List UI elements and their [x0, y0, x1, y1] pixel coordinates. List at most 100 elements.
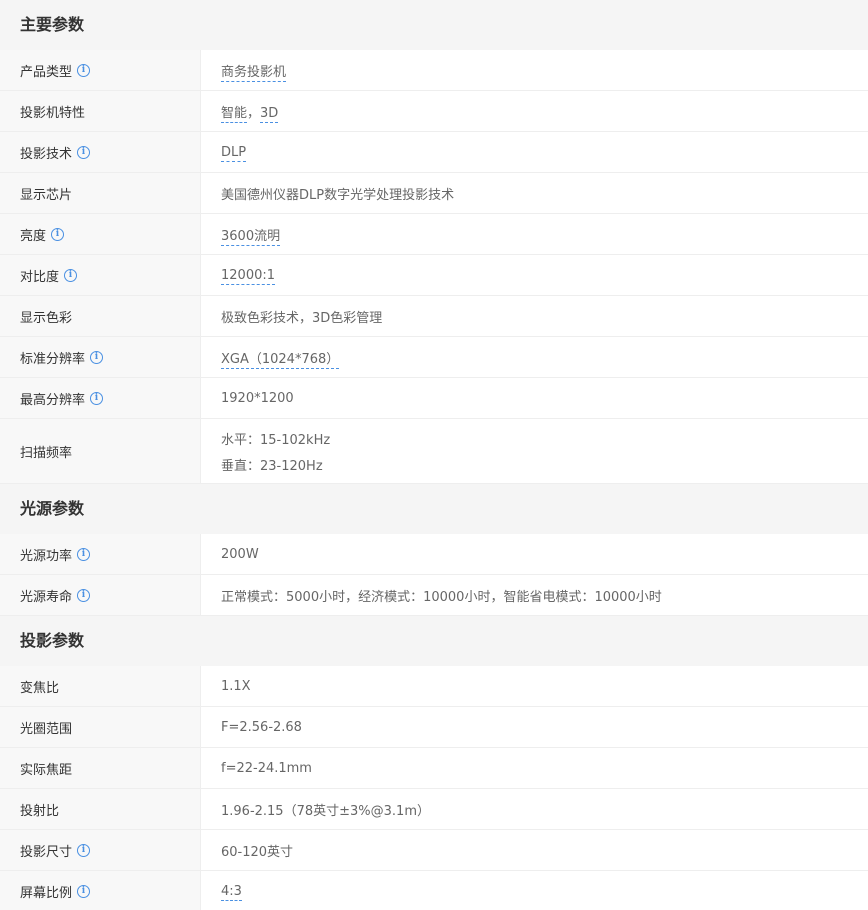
- row-label-cell: 最高分辨率 i: [0, 378, 201, 418]
- row-value-cell: 美国德州仪器DLP数字光学处理投影技术: [201, 173, 868, 213]
- row-label-cell: 实际焦距: [0, 748, 201, 788]
- spec-row-aspect-ratio: 屏幕比例 i 4:3: [0, 871, 868, 910]
- spec-row-focal-length: 实际焦距 f=22-24.1mm: [0, 748, 868, 789]
- value-text: 1920*1200: [221, 390, 294, 406]
- spec-row-projection-size: 投影尺寸 i 60-120英寸: [0, 830, 868, 871]
- row-value-cell: DLP: [201, 132, 868, 172]
- value-text: 正常模式：5000小时，经济模式：10000小时，智能省电模式：10000小时: [221, 589, 662, 605]
- value-link[interactable]: 4:3: [221, 884, 242, 901]
- value-link-3d[interactable]: 3D: [260, 105, 279, 123]
- value-text: 极致色彩技术，3D色彩管理: [221, 310, 383, 326]
- row-label-cell: 显示色彩: [0, 296, 201, 336]
- row-label: 显示芯片: [20, 187, 73, 203]
- row-value-cell: 3600流明: [201, 214, 868, 254]
- spec-row-display-color: 显示色彩 极致色彩技术，3D色彩管理: [0, 296, 868, 337]
- value-link[interactable]: 商务投影机: [221, 64, 287, 82]
- info-icon[interactable]: i: [51, 227, 65, 241]
- row-label: 投射比: [20, 803, 60, 819]
- value-text: 60-120英寸: [221, 844, 294, 860]
- spec-row-contrast: 对比度 i 12000:1: [0, 255, 868, 296]
- spec-row-max-resolution: 最高分辨率 i 1920*1200: [0, 378, 868, 419]
- row-label: 扫描频率: [20, 445, 73, 461]
- row-label-cell: 投射比: [0, 789, 201, 829]
- row-label-cell: 光圈范围: [0, 707, 201, 747]
- info-icon[interactable]: i: [77, 885, 91, 898]
- value-text: 1.1X: [221, 678, 251, 694]
- row-label: 对比度: [20, 269, 60, 285]
- row-label: 显示色彩: [20, 310, 73, 326]
- spec-row-lamp-life: 光源寿命 i 正常模式：5000小时，经济模式：10000小时，智能省电模式：1…: [0, 575, 868, 616]
- row-label: 投影尺寸: [20, 844, 73, 860]
- row-value-cell: f=22-24.1mm: [201, 748, 868, 788]
- value-link[interactable]: DLP: [221, 144, 247, 162]
- info-icon[interactable]: i: [90, 350, 104, 364]
- value-text-horizontal: 水平：15-102kHz: [221, 432, 331, 448]
- row-label: 最高分辨率: [20, 392, 86, 408]
- spec-row-projection-tech: 投影技术 i DLP: [0, 132, 868, 173]
- value-text: 1.96-2.15（78英寸±3%@3.1m）: [221, 803, 430, 819]
- row-label: 亮度: [20, 228, 47, 244]
- info-icon[interactable]: i: [77, 547, 91, 561]
- row-value-cell: 商务投影机: [201, 50, 868, 90]
- row-label-cell: 亮度 i: [0, 214, 201, 254]
- value-link[interactable]: 3600流明: [221, 228, 281, 246]
- info-icon[interactable]: i: [77, 145, 91, 159]
- value-link-smart[interactable]: 智能: [221, 105, 248, 123]
- row-value-cell: 1920*1200: [201, 378, 868, 418]
- row-label-cell: 对比度 i: [0, 255, 201, 295]
- row-label-cell: 变焦比: [0, 666, 201, 706]
- spec-row-brightness: 亮度 i 3600流明: [0, 214, 868, 255]
- value-text: F=2.56-2.68: [221, 719, 302, 735]
- row-label: 屏幕比例: [20, 886, 73, 901]
- row-label-cell: 光源功率 i: [0, 534, 201, 574]
- info-icon[interactable]: i: [77, 843, 91, 857]
- info-icon[interactable]: i: [90, 391, 104, 405]
- section-title-main: 主要参数: [0, 0, 868, 50]
- row-label-cell: 投影机特性: [0, 91, 201, 131]
- row-label: 光圈范围: [20, 721, 73, 737]
- value-link[interactable]: 12000:1: [221, 267, 276, 285]
- row-label: 投影技术: [20, 146, 73, 162]
- row-value-cell: 正常模式：5000小时，经济模式：10000小时，智能省电模式：10000小时: [201, 575, 868, 615]
- row-label-cell: 产品类型 i: [0, 50, 201, 90]
- row-label: 变焦比: [20, 680, 60, 696]
- row-value-cell: XGA（1024*768）: [201, 337, 868, 377]
- row-value-cell: 水平：15-102kHz 垂直：23-120Hz: [201, 419, 868, 483]
- value-text-vertical: 垂直：23-120Hz: [221, 458, 323, 474]
- value-link[interactable]: XGA（1024*768）: [221, 351, 340, 369]
- row-label: 实际焦距: [20, 762, 73, 778]
- row-label-cell: 投影尺寸 i: [0, 830, 201, 870]
- info-icon[interactable]: i: [77, 63, 91, 77]
- spec-row-lamp-power: 光源功率 i 200W: [0, 534, 868, 575]
- row-value-cell: 智能，3D: [201, 91, 868, 131]
- value-text: 美国德州仪器DLP数字光学处理投影技术: [221, 187, 455, 203]
- value-separator: ，: [247, 105, 261, 121]
- row-value-cell: 12000:1: [201, 255, 868, 295]
- spec-row-aperture: 光圈范围 F=2.56-2.68: [0, 707, 868, 748]
- row-value-cell: 200W: [201, 534, 868, 574]
- spec-table: 主要参数 产品类型 i 商务投影机 投影机特性 智能，3D 投影技术 i DLP: [0, 0, 868, 910]
- row-label: 投影机特性: [20, 105, 86, 121]
- row-label-cell: 屏幕比例 i: [0, 871, 201, 910]
- row-value-cell: 极致色彩技术，3D色彩管理: [201, 296, 868, 336]
- spec-row-throw-ratio: 投射比 1.96-2.15（78英寸±3%@3.1m）: [0, 789, 868, 830]
- spec-row-product-type: 产品类型 i 商务投影机: [0, 50, 868, 91]
- row-label: 产品类型: [20, 64, 73, 80]
- spec-row-native-resolution: 标准分辨率 i XGA（1024*768）: [0, 337, 868, 378]
- spec-row-scan-frequency: 扫描频率 水平：15-102kHz 垂直：23-120Hz: [0, 419, 868, 484]
- row-label-cell: 扫描频率: [0, 419, 201, 483]
- row-label-cell: 光源寿命 i: [0, 575, 201, 615]
- row-value-cell: F=2.56-2.68: [201, 707, 868, 747]
- info-icon[interactable]: i: [77, 588, 91, 602]
- row-label-cell: 标准分辨率 i: [0, 337, 201, 377]
- section-title-light-source: 光源参数: [0, 484, 868, 534]
- value-text: f=22-24.1mm: [221, 760, 312, 776]
- row-label: 标准分辨率: [20, 351, 86, 367]
- row-value-cell: 1.96-2.15（78英寸±3%@3.1m）: [201, 789, 868, 829]
- row-label-cell: 投影技术 i: [0, 132, 201, 172]
- row-label: 光源寿命: [20, 589, 73, 605]
- spec-row-zoom-ratio: 变焦比 1.1X: [0, 666, 868, 707]
- section-title-projection: 投影参数: [0, 616, 868, 666]
- info-icon[interactable]: i: [64, 268, 78, 282]
- row-label: 光源功率: [20, 548, 73, 564]
